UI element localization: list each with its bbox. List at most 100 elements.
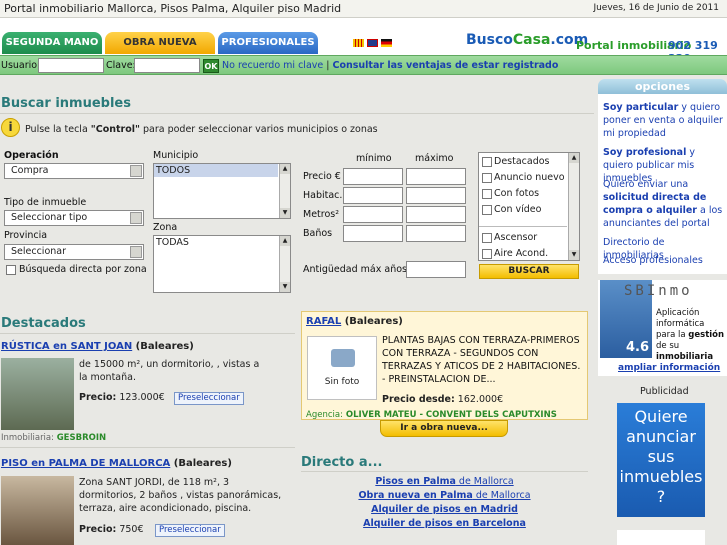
acceso-profesionales-link[interactable]: Acceso profesionales (603, 254, 723, 267)
destacados-checkbox[interactable] (482, 157, 492, 167)
divider (301, 471, 588, 472)
nav-row: SEGUNDA MANO OBRA NUEVA PROFESIONALES Bu… (0, 18, 727, 65)
property-photo[interactable] (1, 476, 74, 545)
property-agency: Inmobiliaria: GESBROIN (1, 433, 107, 443)
tipo-label: Tipo de inmueble (4, 197, 87, 208)
zona-directa-checkbox[interactable] (6, 265, 16, 275)
ad-next-banner[interactable] (617, 530, 705, 545)
forgot-password-link[interactable]: No recuerdo mi clave (222, 60, 323, 71)
tipo-value: Seleccionar tipo (11, 212, 88, 223)
login-separator: | (326, 60, 330, 71)
scroll-down-icon: ▼ (569, 250, 579, 260)
precio-max-input[interactable] (406, 168, 466, 185)
buscar-button[interactable]: BUSCAR (479, 264, 579, 279)
tab-segunda-mano[interactable]: SEGUNDA MANO (2, 32, 102, 54)
provincia-select[interactable]: Seleccionar (4, 244, 144, 260)
logo[interactable]: BuscoCasa.com (466, 32, 588, 54)
directo-link[interactable]: Pisos en Palma de Mallorca (301, 476, 588, 487)
spanish-flag-icon[interactable] (353, 39, 364, 47)
sbinmo-logo: SBInmo (624, 283, 693, 299)
chevron-down-icon (130, 165, 142, 177)
habitac-max-input[interactable] (406, 187, 466, 204)
feature-anuncio-nuevo: Anuncio nuevo (494, 172, 565, 183)
scrollbar[interactable]: ▲ ▼ (279, 164, 290, 218)
antiguedad-input[interactable] (406, 261, 466, 278)
user-input[interactable] (38, 58, 104, 73)
directo-link[interactable]: Obra nueva en Palma de Mallorca (301, 490, 588, 501)
max-label: máximo (415, 153, 454, 164)
sbinmo-more-link[interactable]: ampliar información (618, 363, 720, 373)
banos-max-input[interactable] (406, 225, 466, 242)
site-title: Portal inmobiliario Mallorca, Pisos Palm… (4, 2, 342, 15)
con-video-checkbox[interactable] (482, 205, 492, 215)
scroll-up-icon: ▲ (280, 236, 290, 246)
opcion-solicitud-link[interactable]: Quiero enviar una solicitud directa de c… (603, 178, 723, 230)
municipio-option[interactable]: TODOS (154, 164, 278, 177)
opcion-particular-link[interactable]: Soy particular y quiero poner en venta o… (603, 101, 723, 140)
no-photo-placeholder[interactable]: Sin foto (307, 336, 377, 400)
zona-list[interactable]: TODAS ▲ ▼ (153, 235, 291, 293)
scrollbar[interactable]: ▲ ▼ (279, 236, 290, 292)
property-description: de 15000 m², un dormitorio, , vistas a l… (79, 359, 260, 383)
operacion-select[interactable]: Compra (4, 163, 144, 179)
german-flag-icon[interactable] (381, 39, 392, 47)
english-flag-icon[interactable] (367, 39, 378, 47)
municipio-label: Municipio (153, 150, 199, 161)
municipio-list[interactable]: TODOS ▲ ▼ (153, 163, 291, 219)
banos-min-input[interactable] (343, 225, 403, 242)
features-list[interactable]: Destacados Anuncio nuevo Con fotos Con v… (478, 152, 580, 261)
tab-obra-nueva[interactable]: OBRA NUEVA (105, 32, 215, 54)
scrollbar[interactable]: ▲ ▼ (568, 153, 579, 260)
operacion-label: Operación (4, 150, 59, 161)
register-benefits-link[interactable]: Consultar las ventajas de estar registra… (333, 60, 559, 71)
divider (0, 333, 295, 334)
anunciar-ad-banner[interactable]: Quiere anunciar sus inmuebles ? (617, 403, 705, 517)
feature-destacados: Destacados (494, 156, 550, 167)
ad-line: inmuebles (619, 467, 703, 486)
chevron-down-icon (130, 212, 142, 224)
directo-heading: Directo a... (301, 455, 383, 470)
property-photo[interactable] (1, 358, 74, 430)
obra-nueva-card[interactable]: RAFAL (Baleares) Sin foto PLANTAS BAJAS … (301, 311, 588, 420)
divider (0, 113, 594, 114)
min-label: mínimo (356, 153, 392, 164)
metros-label: Metros² (303, 209, 340, 220)
antiguedad-label: Antigüedad máx años. (303, 264, 411, 275)
tab-profesionales[interactable]: PROFESIONALES (218, 32, 318, 54)
feature-con-video: Con vídeo (494, 204, 542, 215)
con-fotos-checkbox[interactable] (482, 189, 492, 199)
logo-part-casa: Casa (512, 32, 551, 48)
property-link[interactable]: RAFAL (306, 316, 341, 327)
ascensor-checkbox[interactable] (482, 233, 492, 243)
password-input[interactable] (134, 58, 200, 73)
anuncio-nuevo-checkbox[interactable] (482, 173, 492, 183)
precio-min-input[interactable] (343, 168, 403, 185)
habitac-min-input[interactable] (343, 187, 403, 204)
precio-label: Precio € (303, 171, 341, 182)
login-links: No recuerdo mi clave | Consultar las ven… (222, 60, 558, 71)
password-label: Clave: (106, 60, 136, 71)
sbinmo-promo[interactable]: 4.6 SBInmo Aplicación informática para l… (598, 280, 727, 376)
scroll-down-icon: ▼ (280, 208, 290, 218)
metros-max-input[interactable] (406, 206, 466, 223)
provincia-label: Provincia (4, 230, 48, 241)
preseleccionar-button[interactable]: Preseleccionar (174, 392, 244, 405)
property-link[interactable]: RÚSTICA en SANT JOAN (1, 341, 132, 352)
directo-link[interactable]: Alquiler de pisos en Barcelona (301, 518, 588, 529)
metros-min-input[interactable] (343, 206, 403, 223)
zona-directa-label: Búsqueda directa por zona (19, 264, 147, 275)
zona-label: Zona (153, 222, 178, 233)
aire-checkbox[interactable] (482, 249, 492, 259)
scroll-up-icon: ▲ (280, 164, 290, 174)
user-label: Usuario: (1, 60, 41, 71)
zona-option[interactable]: TODAS (154, 236, 290, 249)
ir-obra-nueva-button[interactable]: Ir a obra nueva... (380, 420, 508, 437)
preseleccionar-button[interactable]: Preseleccionar (155, 524, 225, 537)
logo-part-busco: Busco (466, 32, 513, 48)
login-ok-button[interactable]: OK (203, 59, 219, 73)
directo-link[interactable]: Alquiler de pisos en Madrid (301, 504, 588, 515)
ad-line: sus (647, 447, 675, 466)
property-link[interactable]: PISO en PALMA DE MALLORCA (1, 458, 170, 469)
tipo-select[interactable]: Seleccionar tipo (4, 210, 144, 226)
provincia-value: Seleccionar (11, 246, 67, 257)
